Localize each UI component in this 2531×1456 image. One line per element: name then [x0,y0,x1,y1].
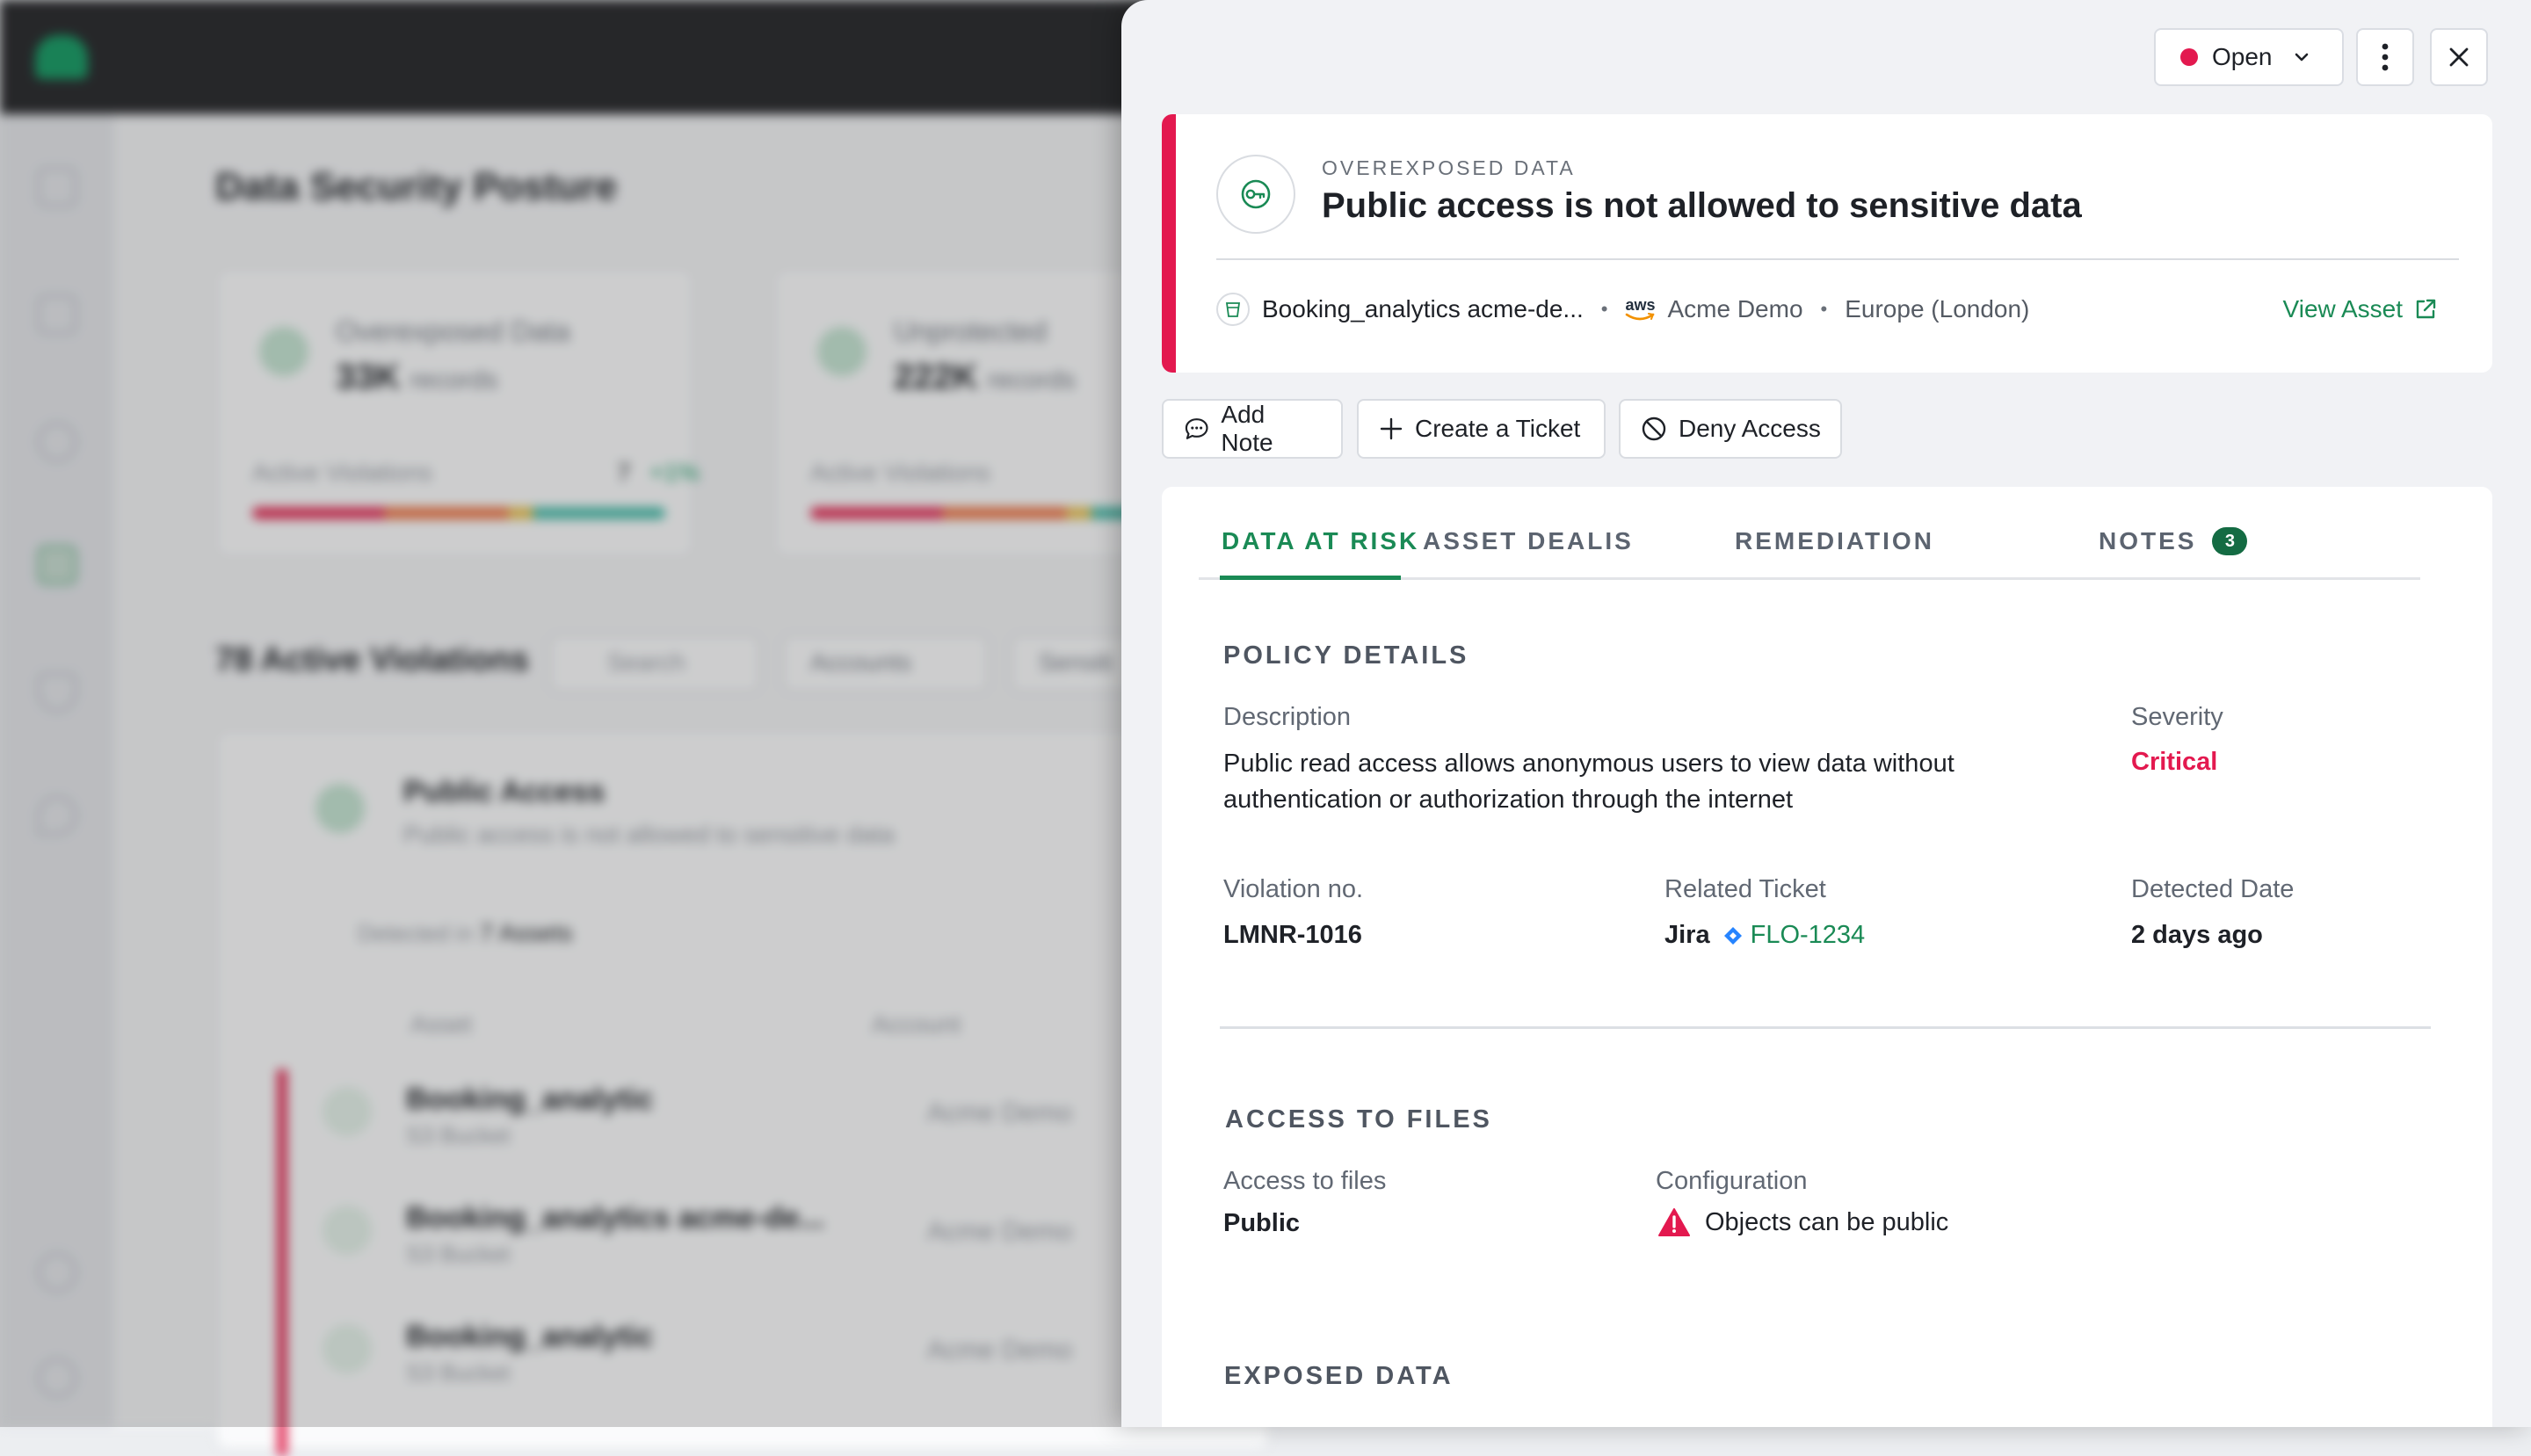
view-asset-link[interactable]: View Asset [2283,290,2438,329]
view-asset-label: View Asset [2282,295,2403,322]
status-label: Open [2212,43,2273,70]
violation-number-label: Violation no. [1223,875,1364,903]
separator-dot: • [1820,298,1828,320]
block-icon [1642,417,1666,441]
close-icon [2449,47,2469,67]
plus-icon [1380,417,1403,440]
add-note-button[interactable]: Add Note [1162,399,1343,459]
violation-number-value: LMNR-1016 [1223,921,1362,949]
active-tab-indicator [1220,576,1401,580]
more-vertical-icon [2382,43,2389,71]
configuration-label: Configuration [1656,1167,1808,1195]
violation-title: Public access is not allowed to sensitiv… [1322,186,2082,225]
violation-header-card: OVEREXPOSED DATA Public access is not al… [1162,114,2492,373]
description-value: Public read access allows anonymous user… [1223,750,1954,814]
more-options-button[interactable] [2356,28,2414,86]
detected-date-value: 2 days ago [2131,921,2263,949]
chevron-down-icon [2295,53,2309,62]
deny-access-button[interactable]: Deny Access [1619,399,1842,459]
separator-dot: • [1600,298,1608,320]
severity-accent-bar [1162,114,1176,373]
tab-bar: DATA AT RISK ASSET DEALIS REMEDIATION NO… [1199,487,2420,580]
severity-value: Critical [2131,748,2218,776]
severity-label: Severity [2131,703,2223,731]
aws-logo-icon: aws [1625,297,1655,322]
tab-asset-details[interactable]: ASSET DEALIS [1423,527,1634,555]
violation-detail-panel: Open OVEREXPOSED DATA Public access is n… [1121,0,2531,1427]
close-button[interactable] [2430,28,2488,86]
status-dot-icon [2180,48,2198,66]
ticket-system: Jira [1664,921,1710,949]
related-ticket-label: Related Ticket [1664,875,1826,903]
comment-icon [1185,418,1208,439]
related-ticket-value: Jira FLO-1234 [1664,921,1865,950]
violation-category: OVEREXPOSED DATA [1322,156,1576,179]
tab-notes[interactable]: NOTES 3 [2099,527,2248,555]
notes-count-badge: 3 [2212,527,2248,555]
access-to-files-label: Access to files [1223,1167,1387,1195]
warning-icon [1658,1208,1690,1236]
jira-icon [1723,926,1742,945]
policy-details-title: POLICY DETAILS [1223,641,1469,670]
bucket-icon [1216,293,1250,326]
ticket-link[interactable]: FLO-1234 [1751,921,1866,950]
access-to-files-title: ACCESS TO FILES [1225,1105,1492,1134]
section-divider [1220,1026,2431,1029]
exposed-data-title: EXPOSED DATA [1224,1362,1454,1390]
description-label: Description [1223,703,1352,731]
region-name: Europe (London) [1845,295,2030,322]
tab-data-at-risk[interactable]: DATA AT RISK [1222,527,1419,555]
header-divider [1216,258,2459,260]
status-dropdown[interactable]: Open [2154,28,2344,86]
asset-name[interactable]: Booking_analytics acme-de... [1262,295,1584,323]
asset-info-row: Booking_analytics acme-de... • aws Acme … [1216,290,2459,329]
create-ticket-label: Create a Ticket [1415,415,1581,442]
tab-remediation[interactable]: REMEDIATION [1735,527,1934,555]
details-card: DATA AT RISK ASSET DEALIS REMEDIATION NO… [1162,487,2492,1427]
deny-access-label: Deny Access [1679,415,1821,442]
external-link-icon [2416,299,2436,319]
configuration-text: Objects can be public [1705,1207,1949,1236]
configuration-value: Objects can be public [1657,1207,1948,1237]
key-icon [1216,155,1295,234]
create-ticket-button[interactable]: Create a Ticket [1357,399,1606,459]
add-note-label: Add Note [1221,401,1273,456]
account-name: Acme Demo [1667,295,1803,322]
detected-date-label: Detected Date [2131,875,2295,903]
access-to-files-value: Public [1223,1209,1301,1237]
